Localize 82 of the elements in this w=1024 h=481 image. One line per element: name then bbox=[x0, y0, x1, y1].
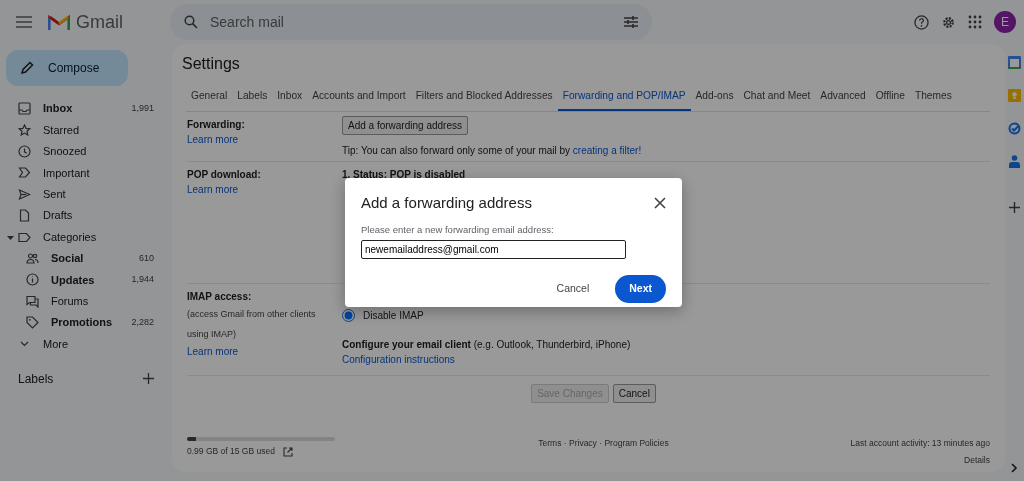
sidebar-item[interactable]: Categories bbox=[0, 226, 172, 248]
search-bar[interactable]: Search mail bbox=[170, 4, 652, 40]
dialog-title: Add a forwarding address bbox=[361, 193, 532, 213]
footer-links[interactable]: Terms · Privacy · Program Policies bbox=[538, 438, 669, 449]
sidebar-item[interactable]: Starred bbox=[0, 119, 172, 141]
pop-status-text: 1. Status: POP is disabled bbox=[342, 169, 466, 181]
file-icon bbox=[18, 209, 31, 223]
page-title: Settings bbox=[182, 54, 241, 74]
next-button[interactable]: Next bbox=[615, 274, 666, 303]
section-label: IMAP access: bbox=[187, 291, 252, 303]
menu-icon[interactable] bbox=[16, 16, 32, 28]
help-icon[interactable] bbox=[914, 14, 929, 30]
sidebar-item[interactable]: Sent bbox=[0, 183, 172, 205]
learn-more-link[interactable]: Learn more bbox=[187, 184, 239, 196]
sidebar-item[interactable]: More bbox=[0, 333, 172, 355]
contact-icon[interactable] bbox=[1009, 155, 1020, 168]
settings-tab[interactable]: Filters and Blocked Addresses bbox=[410, 86, 558, 112]
sidebar-item[interactable]: Forums bbox=[0, 290, 172, 312]
add-icon[interactable] bbox=[143, 373, 154, 385]
info-icon bbox=[26, 273, 39, 287]
sidebar-item[interactable]: Updates 1,944 bbox=[0, 269, 172, 291]
send-icon bbox=[18, 187, 31, 201]
sidebar-item[interactable]: Social 610 bbox=[0, 247, 172, 270]
settings-tab[interactable]: Chat and Meet bbox=[738, 86, 816, 112]
section-label: POP download: bbox=[187, 169, 261, 181]
cancel-button[interactable]: Cancel bbox=[546, 274, 600, 303]
envelope-logo-icon bbox=[48, 13, 70, 31]
sidebar-item[interactable]: Important bbox=[0, 162, 172, 184]
close-button[interactable] bbox=[654, 197, 666, 210]
settings-tab[interactable]: General bbox=[186, 86, 233, 112]
sidebar-item[interactable]: Inbox 1,991 bbox=[0, 98, 172, 120]
dialog-prompt: Please enter a new forwarding email address: bbox=[361, 222, 555, 237]
people-icon bbox=[26, 251, 39, 265]
account-avatar[interactable]: E bbox=[994, 11, 1016, 33]
star-icon bbox=[18, 123, 31, 137]
configuration-instructions-link[interactable]: Configuration instructions bbox=[342, 354, 455, 366]
settings-tab[interactable]: Offline bbox=[870, 86, 910, 112]
radio-label: Disable IMAP bbox=[363, 309, 424, 324]
settings-tab[interactable]: Add-ons bbox=[690, 86, 739, 112]
section-note: (access Gmail from other clients using IMAP) bbox=[187, 308, 317, 342]
radio-button[interactable] bbox=[342, 309, 355, 323]
settings-tab[interactable]: Themes bbox=[909, 86, 957, 112]
settings-tab[interactable]: Labels bbox=[232, 86, 273, 112]
settings-icon[interactable] bbox=[941, 14, 956, 30]
tag-icon bbox=[26, 316, 39, 330]
sidebar-item[interactable]: Drafts bbox=[0, 204, 172, 227]
settings-tab[interactable]: Inbox bbox=[272, 86, 308, 112]
compose-button[interactable]: Compose bbox=[6, 50, 128, 86]
task-check-icon[interactable] bbox=[1008, 122, 1021, 135]
filter-options-icon[interactable] bbox=[624, 16, 638, 28]
important-icon bbox=[18, 166, 31, 180]
app-name: Gmail bbox=[76, 10, 123, 34]
chevron-right-icon[interactable] bbox=[1011, 463, 1018, 473]
add-icon[interactable] bbox=[1009, 202, 1020, 213]
details-link[interactable]: Details bbox=[964, 455, 990, 466]
inbox-icon bbox=[18, 102, 31, 116]
add-forwarding-address-button[interactable]: Add a forwarding address bbox=[342, 116, 468, 136]
clock-icon bbox=[18, 144, 31, 158]
search-field[interactable]: Search mail bbox=[208, 10, 614, 34]
learn-more-link[interactable]: Learn more bbox=[187, 134, 239, 146]
sidebar-item[interactable]: Snoozed bbox=[0, 140, 172, 163]
cancel-button[interactable]: Cancel bbox=[612, 384, 656, 404]
settings-tab[interactable]: Advanced bbox=[815, 86, 871, 112]
search-icon[interactable] bbox=[184, 15, 198, 29]
section-label: Forwarding: bbox=[187, 119, 245, 131]
settings-tab[interactable]: Accounts and Import bbox=[307, 86, 411, 112]
labels-heading: Labels bbox=[18, 370, 54, 388]
configure-client-text: Configure your email client (e.g. Outlook, Thunderbird, iPhone) bbox=[342, 338, 632, 353]
pencil-icon bbox=[20, 61, 34, 75]
sidebar-item[interactable]: Promotions 2,282 bbox=[0, 311, 172, 334]
calendar-icon[interactable] bbox=[1008, 56, 1021, 69]
storage-text: 0.99 GB of 15 GB used bbox=[187, 445, 275, 459]
last-activity-text: Last account activity: 13 minutes ago bbox=[850, 438, 990, 449]
learn-more-link[interactable]: Learn more bbox=[187, 346, 239, 358]
apps-grid-icon[interactable] bbox=[968, 15, 982, 29]
settings-tab[interactable]: Forwarding and POP/IMAP bbox=[557, 86, 691, 112]
email-input-field[interactable]: newemailaddress@gmail.com bbox=[361, 239, 626, 259]
external-link-icon[interactable] bbox=[282, 446, 293, 457]
creating-filter-link[interactable]: creating a filter! bbox=[572, 145, 642, 157]
chat-icon bbox=[26, 294, 39, 308]
label-icon bbox=[18, 230, 31, 244]
tip-text: Tip: You can also forward only some of your mail by bbox=[342, 145, 571, 157]
